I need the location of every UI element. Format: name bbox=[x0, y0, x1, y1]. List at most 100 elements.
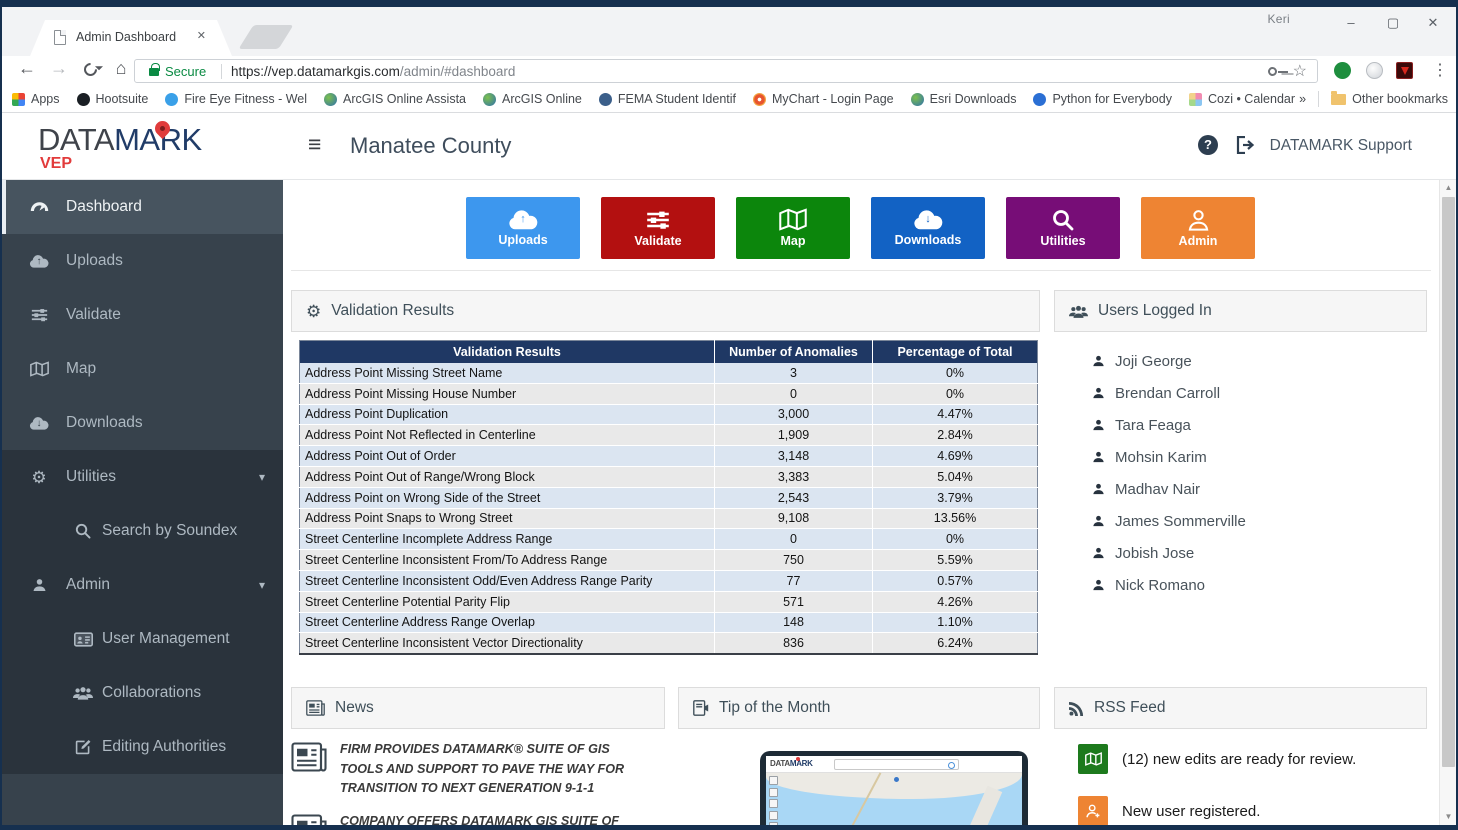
sidebar-item-utilities[interactable]: ⚙ Utilities ▾ bbox=[2, 450, 283, 504]
sidebar-item-uploads[interactable]: ↑ Uploads bbox=[2, 234, 283, 288]
bookmark-esri-downloads[interactable]: Esri Downloads bbox=[911, 92, 1017, 106]
tab-close-icon[interactable]: ✕ bbox=[197, 29, 206, 42]
user-icon bbox=[1092, 578, 1105, 592]
list-item: Jobish Jose bbox=[1054, 537, 1427, 569]
uploads-quick-button[interactable]: ↑ Uploads bbox=[466, 197, 580, 259]
sidebar-item-downloads[interactable]: ↓ Downloads bbox=[2, 396, 283, 450]
app-header: DATAMARK VEP ≡ Manatee County ? DATAMARK… bbox=[2, 113, 1456, 180]
sidebar-item-admin[interactable]: Admin ▾ bbox=[2, 558, 283, 612]
bookmark-cozi-calendar[interactable]: Cozi • Calendar bbox=[1189, 92, 1295, 106]
other-bookmarks-button[interactable]: Other bookmarks bbox=[1331, 92, 1448, 106]
sidebar-item-label: Downloads bbox=[66, 414, 143, 432]
bookmark-mychart[interactable]: MyChart - Login Page bbox=[753, 92, 894, 106]
rss-feed-panel-header: RSS Feed bbox=[1054, 687, 1427, 729]
sign-out-icon[interactable] bbox=[1236, 136, 1256, 154]
url-text[interactable]: https://vep.datamarkgis.com/admin/#dashb… bbox=[231, 64, 515, 79]
bookmark-apps[interactable]: Apps bbox=[12, 92, 60, 106]
table-header-row: Validation Results Number of Anomalies P… bbox=[300, 341, 1038, 363]
new-user-badge bbox=[1078, 796, 1108, 825]
reload-icon[interactable] bbox=[81, 60, 99, 78]
profile-name[interactable]: Keri bbox=[1267, 12, 1290, 26]
sidebar-item-editing-authorities[interactable]: Editing Authorities bbox=[2, 720, 283, 774]
sidebar-item-map[interactable]: Map bbox=[2, 342, 283, 396]
newspaper-icon bbox=[306, 700, 325, 716]
validate-quick-button[interactable]: Validate bbox=[601, 197, 715, 259]
tab-strip: Admin Dashboard ✕ Keri – ▢ ✕ bbox=[2, 7, 1456, 56]
search-icon bbox=[73, 523, 93, 539]
hamburger-menu-icon[interactable]: ≡ bbox=[308, 131, 321, 158]
scroll-down-icon[interactable]: ▼ bbox=[1440, 809, 1456, 825]
datamark-logo[interactable]: DATAMARK bbox=[38, 122, 202, 158]
bookmark-python-for-everybody[interactable]: Python for Everybody bbox=[1033, 92, 1172, 106]
minimize-button[interactable]: – bbox=[1334, 11, 1368, 35]
sidebar-item-label: Validate bbox=[66, 306, 121, 324]
news-article-link[interactable]: COMPANY OFFERS DATAMARK GIS SUITE OF PRO… bbox=[291, 812, 665, 825]
users-group-icon bbox=[73, 686, 93, 700]
sidebar-item-user-management[interactable]: User Management bbox=[2, 612, 283, 666]
new-tab-button[interactable] bbox=[239, 25, 294, 49]
list-item: Nick Romano bbox=[1054, 569, 1427, 601]
lock-icon[interactable] bbox=[149, 68, 159, 76]
sidebar-item-search-by-soundex[interactable]: Search by Soundex bbox=[2, 504, 283, 558]
sidebar-item-collaborations[interactable]: Collaborations bbox=[2, 666, 283, 720]
map-marker bbox=[894, 777, 899, 782]
chevron-down-icon: ▾ bbox=[259, 578, 265, 592]
news-article-link[interactable]: FIRM PROVIDES DATAMARK® SUITE OF GIS TOO… bbox=[291, 740, 665, 799]
help-icon[interactable]: ? bbox=[1198, 135, 1218, 155]
bookmark-star-icon[interactable]: ☆ bbox=[1293, 61, 1307, 81]
bookmark-arcgis-online[interactable]: ArcGIS Online bbox=[483, 92, 582, 106]
validation-results-panel-header: ⚙ Validation Results bbox=[291, 290, 1040, 332]
w-icon bbox=[165, 93, 178, 106]
cloud-download-icon: ↓ bbox=[913, 210, 943, 230]
page-scrollbar[interactable]: ▲ ▼ bbox=[1439, 180, 1456, 825]
main-content: ↑ Uploads Validate Map ↓ Downloads Utili… bbox=[283, 180, 1439, 825]
sidebar-item-validate[interactable]: Validate bbox=[2, 288, 283, 342]
address-bar[interactable]: Secure https://vep.datamarkgis.com/admin… bbox=[134, 59, 1318, 83]
sidebar-nav: Dashboard ↑ Uploads Validate Map ↓ Downl… bbox=[2, 180, 283, 825]
users-group-icon bbox=[1069, 305, 1088, 318]
adobe-acrobat-extension-icon[interactable] bbox=[1396, 62, 1413, 79]
close-button[interactable]: ✕ bbox=[1416, 11, 1450, 35]
bookmark-arcgis-online-assistant[interactable]: ArcGIS Online Assista bbox=[324, 92, 466, 106]
forward-icon[interactable]: → bbox=[46, 58, 72, 79]
search-icon bbox=[1052, 209, 1074, 231]
chrome-menu-icon[interactable]: ⋮ bbox=[1432, 60, 1448, 80]
home-icon[interactable]: ⌂ bbox=[108, 58, 134, 79]
extension-circle-icon[interactable] bbox=[1366, 62, 1383, 79]
extension-balloon-icon[interactable] bbox=[1334, 62, 1351, 79]
list-item: Madhav Nair bbox=[1054, 473, 1427, 505]
bookmark-fema-student[interactable]: FEMA Student Identif bbox=[599, 92, 736, 106]
utilities-quick-button[interactable]: Utilities bbox=[1006, 197, 1120, 259]
scroll-up-icon[interactable]: ▲ bbox=[1440, 180, 1456, 196]
user-icon bbox=[1092, 386, 1105, 400]
user-icon bbox=[1092, 450, 1105, 464]
tip-video-thumbnail[interactable]: DATAMARK bbox=[760, 751, 1028, 825]
admin-quick-button[interactable]: Admin bbox=[1141, 197, 1255, 259]
secure-label[interactable]: Secure bbox=[165, 64, 206, 79]
validation-results-table: Validation Results Number of Anomalies P… bbox=[299, 340, 1038, 655]
user-outline-icon bbox=[1187, 208, 1210, 231]
support-link[interactable]: DATAMARK Support bbox=[1270, 137, 1412, 155]
key-icon[interactable] bbox=[1268, 67, 1277, 76]
sidebar-item-label: Map bbox=[66, 360, 96, 378]
users-logged-in-panel-header: Users Logged In bbox=[1054, 290, 1427, 332]
omnibox-divider bbox=[221, 64, 222, 79]
table-row: Address Point Missing Street Name30% bbox=[300, 363, 1038, 384]
bookmark-hootsuite[interactable]: Hootsuite bbox=[77, 92, 149, 106]
scrollbar-thumb[interactable] bbox=[1442, 197, 1455, 767]
thumbnail-search-box bbox=[834, 759, 959, 770]
sidebar-item-dashboard[interactable]: Dashboard bbox=[2, 180, 283, 234]
back-icon[interactable]: ← bbox=[14, 58, 40, 79]
edit-icon bbox=[73, 739, 93, 755]
browser-tab[interactable]: Admin Dashboard ✕ bbox=[30, 20, 232, 56]
video-file-icon bbox=[693, 699, 709, 717]
chevron-down-icon: ▾ bbox=[259, 470, 265, 484]
table-row: Address Point on Wrong Side of the Stree… bbox=[300, 487, 1038, 508]
bookmarks-overflow-icon[interactable]: » bbox=[1299, 92, 1306, 106]
downloads-quick-button[interactable]: ↓ Downloads bbox=[871, 197, 985, 259]
maximize-button[interactable]: ▢ bbox=[1376, 11, 1410, 35]
bookmark-fire-eye-fitness[interactable]: Fire Eye Fitness - Wel bbox=[165, 92, 307, 106]
globe-icon bbox=[911, 93, 924, 106]
map-quick-button[interactable]: Map bbox=[736, 197, 850, 259]
list-item: James Sommerville bbox=[1054, 505, 1427, 537]
